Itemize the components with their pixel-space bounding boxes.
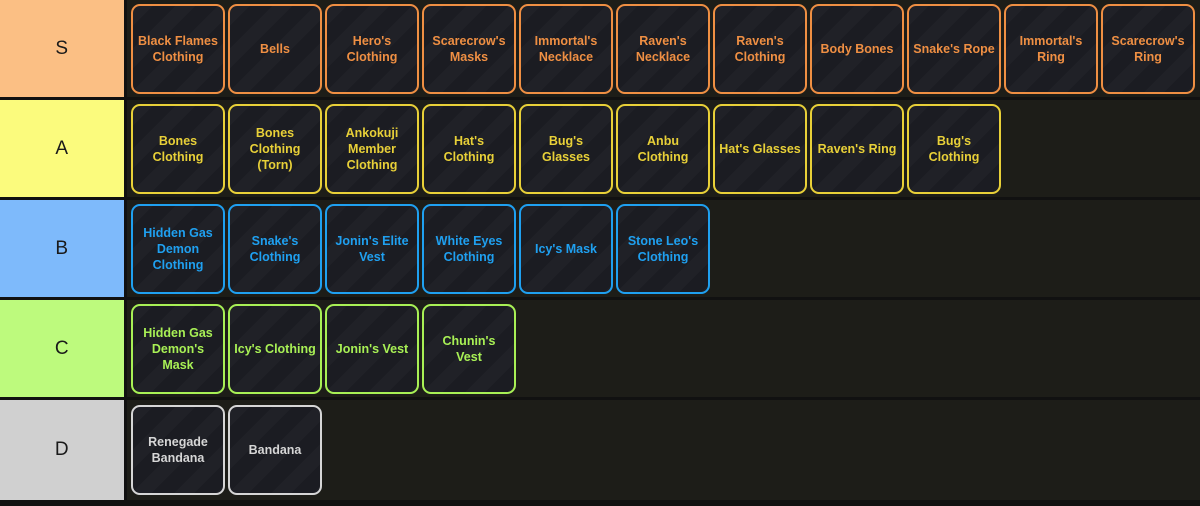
tier-item-card[interactable]: Immortal's Necklace	[519, 3, 613, 94]
tier-item-card[interactable]: Bandana	[228, 405, 322, 495]
tier-item-label: Ankokuji Member Clothing	[345, 125, 399, 172]
tier-item-card[interactable]: Hero's Clothing	[325, 3, 419, 94]
tier-item-card[interactable]: White Eyes Clothing	[422, 203, 516, 294]
tier-row-b: B Hidden Gas Demon Clothing Snake's Clothi…	[0, 200, 1200, 300]
tier-item-label: Icy's Mask	[534, 241, 598, 256]
tier-item-label: Raven's Clothing	[734, 33, 786, 64]
tier-item-label: Renegade Bandana	[148, 435, 208, 465]
tier-item-card[interactable]: Immortal's Ring	[1004, 3, 1098, 94]
tier-item-label: Icy's Clothing	[234, 341, 316, 356]
tier-item-label: Hat's Clothing	[443, 133, 495, 164]
tier-item-card[interactable]: Black Flames Clothing	[131, 3, 225, 94]
tier-item-card[interactable]: Anbu Clothing	[616, 103, 710, 194]
tier-item-card[interactable]: Hat's Glasses	[713, 103, 807, 194]
tier-item-card[interactable]: Raven's Ring	[810, 103, 904, 194]
tier-item-label: Hero's Clothing	[346, 33, 398, 64]
tier-label-c[interactable]: C	[0, 300, 127, 397]
tier-item-label: Raven's Necklace	[635, 33, 691, 64]
tier-items-d: Renegade Bandana Bandana	[127, 400, 1200, 500]
tier-item-label: Scarecrow's Masks	[432, 33, 506, 64]
tier-item-label: Bones Clothing (Torn)	[249, 125, 301, 172]
tier-item-label: White Eyes Clothing	[435, 233, 503, 264]
tier-item-label: Chunin's Vest	[442, 333, 496, 364]
tier-item-label: Bug's Clothing	[928, 133, 980, 164]
tier-item-label: Bandana	[248, 443, 302, 457]
tier-item-card[interactable]: Hidden Gas Demon's Mask	[131, 303, 225, 394]
tier-items-c: Hidden Gas Demon's Mask Icy's Clothing Jon…	[127, 300, 1200, 397]
tier-item-card[interactable]: Bones Clothing (Torn)	[228, 103, 322, 194]
tier-item-label: Immortal's Necklace	[534, 33, 598, 64]
tier-item-card[interactable]: Stone Leo's Clothing	[616, 203, 710, 294]
tier-item-card[interactable]: Chunin's Vest	[422, 303, 516, 394]
tier-item-label: Jonin's Elite Vest	[335, 233, 409, 264]
tier-item-label: Hat's Glasses	[719, 141, 801, 156]
tier-label-s[interactable]: S	[0, 0, 127, 97]
tier-items-s: Black Flames Clothing Bells Hero's Clothin…	[127, 0, 1200, 97]
tier-item-card[interactable]: Renegade Bandana	[131, 405, 225, 495]
tier-item-label: Black Flames Clothing	[138, 33, 218, 64]
tier-item-label: Bug's Glasses	[542, 133, 590, 164]
tier-row-a: A Bones Clothing Bones Clothing (Torn) Anko…	[0, 100, 1200, 200]
tier-item-card[interactable]: Bug's Glasses	[519, 103, 613, 194]
tier-list-board: S Black Flames Clothing Bells Hero's Clothi…	[0, 0, 1200, 506]
tier-item-label: Snake's Rope	[913, 41, 995, 56]
tier-label-a[interactable]: A	[0, 100, 127, 197]
tier-item-card[interactable]: Snake's Clothing	[228, 203, 322, 294]
tier-item-card[interactable]: Jonin's Elite Vest	[325, 203, 419, 294]
tier-item-label: Jonin's Vest	[335, 341, 409, 356]
tier-items-b: Hidden Gas Demon Clothing Snake's Clothin…	[127, 200, 1200, 297]
tier-item-label: Anbu Clothing	[637, 133, 689, 164]
tier-item-card[interactable]: Icy's Clothing	[228, 303, 322, 394]
tier-item-label: Hidden Gas Demon's Mask	[143, 325, 213, 372]
tier-row-c: C Hidden Gas Demon's Mask Icy's Clothing Jo…	[0, 300, 1200, 400]
tier-item-card[interactable]: Hat's Clothing	[422, 103, 516, 194]
tier-row-s: S Black Flames Clothing Bells Hero's Clothi…	[0, 0, 1200, 100]
tier-item-card[interactable]: Icy's Mask	[519, 203, 613, 294]
tier-item-label: Body Bones	[820, 41, 894, 56]
tier-item-card[interactable]: Scarecrow's Ring	[1101, 3, 1195, 94]
tier-item-card[interactable]: Ankokuji Member Clothing	[325, 103, 419, 194]
tier-item-card[interactable]: Scarecrow's Masks	[422, 3, 516, 94]
tier-item-label: Snake's Clothing	[249, 233, 301, 264]
tier-label-d[interactable]: D	[0, 400, 127, 500]
tier-label-b[interactable]: B	[0, 200, 127, 297]
tier-item-card[interactable]: Bells	[228, 3, 322, 94]
tier-item-card[interactable]: Raven's Clothing	[713, 3, 807, 94]
tier-item-card[interactable]: Body Bones	[810, 3, 904, 94]
tier-items-a: Bones Clothing Bones Clothing (Torn) Ankok…	[127, 100, 1200, 197]
tier-item-card[interactable]: Bug's Clothing	[907, 103, 1001, 194]
tier-item-label: Scarecrow's Ring	[1111, 33, 1185, 64]
tier-item-label: Hidden Gas Demon Clothing	[143, 225, 213, 272]
tier-item-card[interactable]: Hidden Gas Demon Clothing	[131, 203, 225, 294]
tier-item-card[interactable]: Jonin's Vest	[325, 303, 419, 394]
tier-item-card[interactable]: Snake's Rope	[907, 3, 1001, 94]
tier-item-label: Bones Clothing	[152, 133, 204, 164]
tier-item-label: Immortal's Ring	[1019, 33, 1083, 64]
tier-row-d: D Renegade Bandana Bandana	[0, 400, 1200, 500]
tier-item-card[interactable]: Bones Clothing	[131, 103, 225, 194]
tier-item-label: Raven's Ring	[817, 141, 897, 156]
tier-item-label: Stone Leo's Clothing	[627, 233, 699, 264]
tier-item-label: Bells	[260, 41, 290, 56]
tier-item-card[interactable]: Raven's Necklace	[616, 3, 710, 94]
